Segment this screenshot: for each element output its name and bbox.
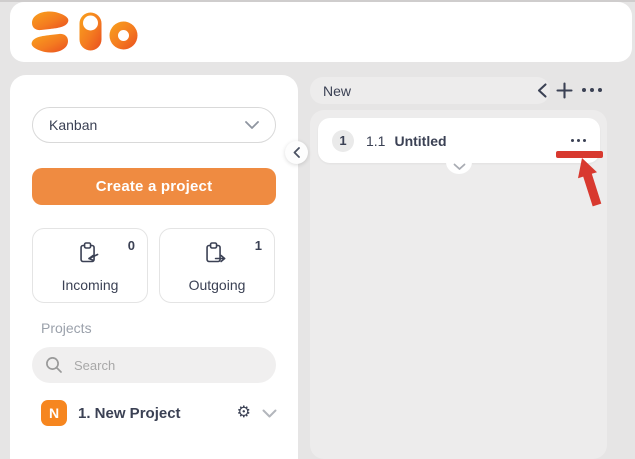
incoming-label: Incoming	[33, 277, 147, 293]
project-chevron-down-icon[interactable]	[262, 409, 277, 418]
task-title: Untitled	[394, 133, 446, 149]
view-mode-select[interactable]: Kanban	[32, 107, 276, 143]
page: { "app": { "name": "Zio" }, "sidebar": {…	[0, 0, 635, 459]
add-column-plus-icon[interactable]	[556, 82, 573, 99]
incoming-button[interactable]: 0 Incoming	[32, 228, 148, 303]
column-menu-ellipsis-icon[interactable]	[582, 88, 602, 92]
create-project-button[interactable]: Create a project	[32, 168, 276, 205]
project-name: 1. New Project	[78, 405, 181, 422]
chevron-down-icon	[453, 163, 466, 171]
column-title-input[interactable]: New	[310, 77, 550, 104]
outgoing-icon	[204, 241, 228, 267]
task-expand-button[interactable]	[446, 150, 472, 174]
top-bar	[10, 2, 632, 62]
request-counters: 0 Incoming 1 Outgoin	[32, 228, 275, 303]
collapse-column-chevron-left-icon[interactable]	[537, 83, 547, 98]
task-menu-ellipsis-icon[interactable]	[571, 139, 586, 142]
logo-letter-z-icon	[28, 9, 72, 55]
task-index-badge: 1	[332, 130, 354, 152]
task-code: 1.1	[366, 133, 385, 149]
search-input[interactable]	[72, 357, 263, 374]
outgoing-count: 1	[255, 238, 262, 253]
incoming-icon	[77, 241, 101, 267]
outgoing-label: Outgoing	[160, 277, 274, 293]
projects-heading: Projects	[41, 320, 92, 336]
incoming-count: 0	[128, 238, 135, 253]
zio-logo[interactable]	[28, 9, 138, 57]
project-settings-gear-icon[interactable]: ⚙	[237, 405, 251, 421]
chevron-down-icon	[245, 121, 259, 129]
logo-letter-o-icon	[109, 21, 138, 50]
project-initial-badge: N	[41, 400, 67, 426]
search-icon	[45, 356, 63, 374]
search-box	[32, 347, 276, 383]
sidebar-collapse-button[interactable]	[285, 141, 308, 164]
project-list-item[interactable]: N 1. New Project ⚙	[41, 399, 277, 427]
sidebar: Kanban Create a project 0 Incoming 1	[10, 75, 298, 459]
logo-letter-i-icon	[79, 12, 102, 56]
annotation-arrow-icon	[550, 150, 610, 220]
chevron-left-icon	[293, 147, 300, 158]
column-header-actions	[537, 82, 602, 98]
outgoing-button[interactable]: 1 Outgoing	[159, 228, 275, 303]
view-mode-value: Kanban	[49, 117, 97, 133]
